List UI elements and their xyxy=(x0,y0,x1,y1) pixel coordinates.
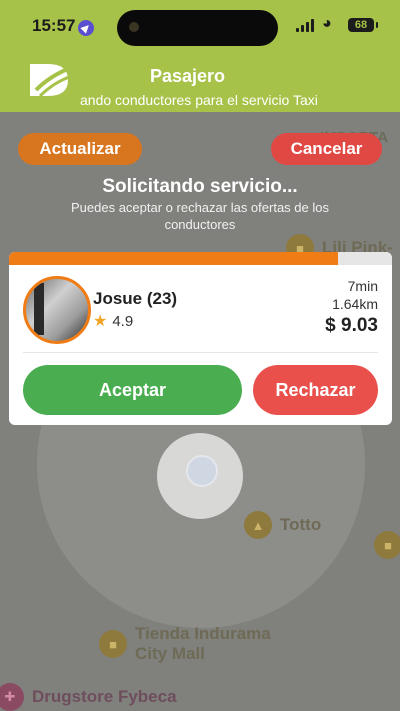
card-divider xyxy=(23,352,378,353)
page-subtitle: ando conductores para el servicio Taxi xyxy=(80,92,318,108)
status-time: 15:57 xyxy=(32,16,76,35)
battery-icon: 68 xyxy=(348,18,378,32)
update-button[interactable]: Actualizar xyxy=(18,133,142,165)
offer-eta: 7min xyxy=(347,278,378,294)
star-icon: ★ xyxy=(93,313,108,330)
pharmacy-icon: ✚ xyxy=(0,683,24,711)
offer-timer-track xyxy=(9,252,392,265)
user-location-marker xyxy=(186,455,218,487)
dynamic-island xyxy=(117,10,278,46)
location-arrow-icon xyxy=(78,20,94,36)
request-subtitle: Puedes aceptar o rechazar las ofertas de… xyxy=(71,200,329,232)
poi-drugstore-fybeca[interactable]: ✚ Drugstore Fybeca xyxy=(0,683,177,711)
app-header: Pasajero ando conductores para el servic… xyxy=(0,56,400,112)
clothing-icon: ▲ xyxy=(244,511,272,539)
app-logo xyxy=(30,64,72,98)
offer-timer-bar xyxy=(9,252,339,265)
rating-value: 4.9 xyxy=(112,312,134,330)
poi-edge-marker[interactable]: ■ xyxy=(374,531,400,559)
shop-icon: ■ xyxy=(99,630,127,658)
driver-rating: ★ 4.9 xyxy=(93,311,133,331)
status-bar: 15:57 ◕ 68 xyxy=(0,0,400,56)
poi-tienda-indurama[interactable]: ■ Tienda Indurama City Mall xyxy=(99,624,271,664)
accept-offer-button[interactable]: Aceptar xyxy=(23,365,242,415)
driver-name: Josue (23) xyxy=(93,289,178,308)
wifi-icon: ◕ xyxy=(322,15,332,32)
driver-avatar xyxy=(23,276,91,344)
reject-offer-button[interactable]: Rechazar xyxy=(253,365,378,415)
cellular-signal-icon xyxy=(296,19,314,32)
cancel-button[interactable]: Cancelar xyxy=(271,133,382,165)
shop-icon: ■ xyxy=(374,531,400,559)
offer-price: $ 9.03 xyxy=(325,315,378,336)
camera-icon xyxy=(129,22,139,32)
offer-distance: 1.64km xyxy=(332,296,378,312)
poi-totto[interactable]: ▲ Totto xyxy=(244,511,321,539)
page-title: Pasajero xyxy=(150,66,226,86)
request-title: Solicitando servicio... xyxy=(102,176,298,197)
driver-offer-card: Josue (23) ★ 4.9 7min 1.64km $ 9.03 Acep… xyxy=(9,252,392,425)
